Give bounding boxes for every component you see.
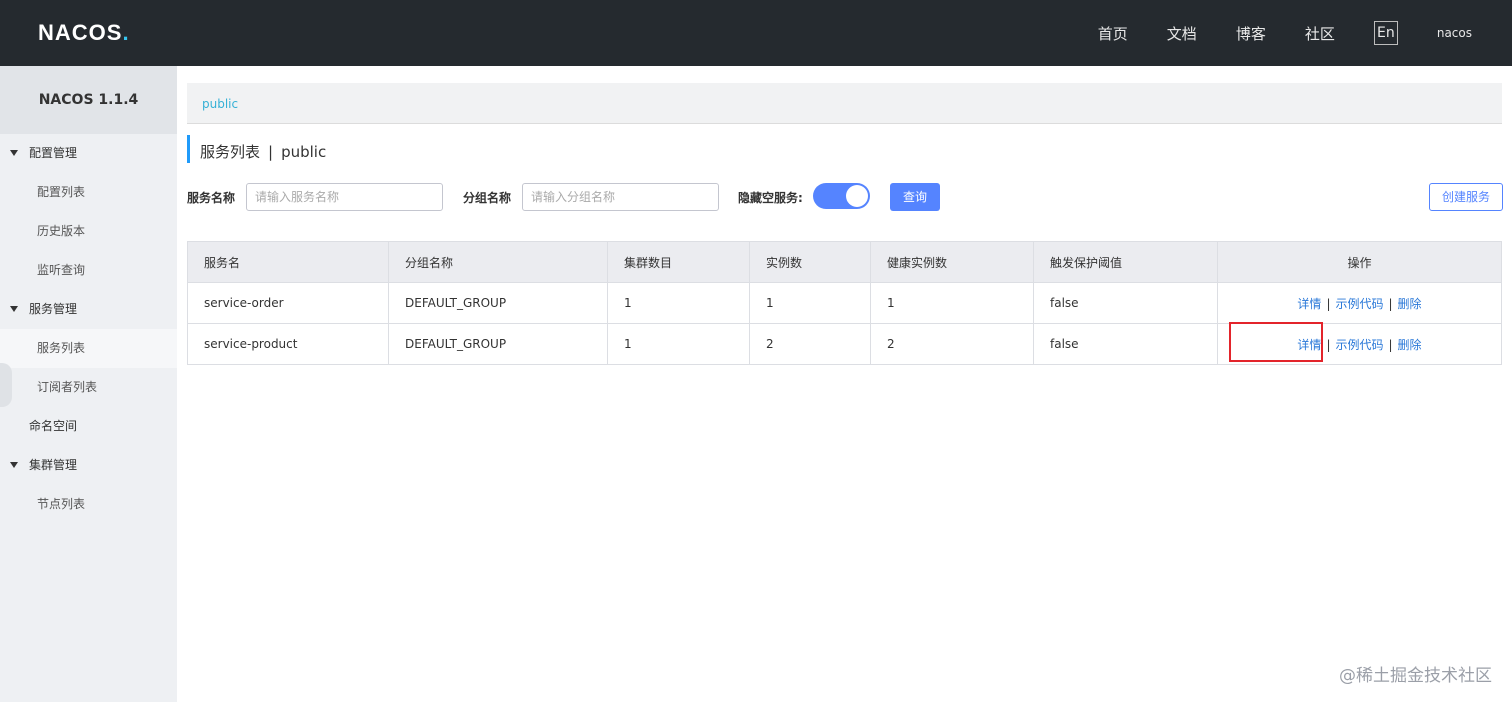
sidebar: NACOS 1.1.4 配置管理 配置列表 历史版本 监听查询 服务管理 服务列… <box>0 66 177 702</box>
caret-down-icon <box>10 306 18 312</box>
nav-docs[interactable]: 文档 <box>1167 23 1197 44</box>
sidebar-item-namespace[interactable]: 命名空间 <box>0 407 177 446</box>
sidebar-group-service[interactable]: 服务管理 <box>0 290 177 329</box>
top-nav: 首页 文档 博客 社区 En nacos <box>1098 0 1512 66</box>
cell-operations: 详情 | 示例代码 | 删除 <box>1217 282 1502 324</box>
nacos-logo[interactable]: NACOS. <box>38 20 130 46</box>
cell-group: DEFAULT_GROUP <box>388 282 608 324</box>
cell-threshold: false <box>1033 282 1218 324</box>
highlight-annotation <box>1229 322 1323 362</box>
service-name-input[interactable] <box>246 183 443 211</box>
caret-down-icon <box>10 462 18 468</box>
cell-healthy: 1 <box>870 282 1034 324</box>
sample-code-link[interactable]: 示例代码 <box>1335 297 1383 311</box>
create-service-button[interactable]: 创建服务 <box>1429 183 1503 211</box>
service-name-label: 服务名称 <box>187 191 236 205</box>
breadcrumb-namespace[interactable]: public <box>202 97 238 111</box>
version-label: NACOS 1.1.4 <box>0 66 177 134</box>
col-operations: 操作 <box>1217 241 1502 283</box>
group-name-label: 分组名称 <box>463 191 512 205</box>
page-title: 服务列表 | public <box>187 135 326 163</box>
sidebar-collapse-handle[interactable] <box>0 363 12 407</box>
op-separator: | <box>1388 337 1393 352</box>
col-cluster-count: 集群数目 <box>607 241 750 283</box>
cell-healthy: 2 <box>870 323 1034 365</box>
op-separator: | <box>1326 296 1331 311</box>
cell-clusters: 1 <box>607 282 750 324</box>
col-threshold: 触发保护阈值 <box>1033 241 1218 283</box>
watermark: @稀土掘金技术社区 <box>1339 666 1492 686</box>
detail-link[interactable]: 详情 <box>1297 297 1321 311</box>
query-button[interactable]: 查询 <box>890 183 940 211</box>
hide-empty-label: 隐藏空服务: <box>738 191 803 205</box>
col-healthy-count: 健康实例数 <box>870 241 1034 283</box>
user-name[interactable]: nacos <box>1437 26 1472 40</box>
cell-instances: 2 <box>749 323 871 365</box>
top-header: NACOS. 首页 文档 博客 社区 En nacos <box>0 0 1512 66</box>
table-header-row: 服务名 分组名称 集群数目 实例数 健康实例数 触发保护阈值 操作 <box>187 241 1502 283</box>
cell-service-name: service-order <box>187 282 389 324</box>
sidebar-item-service-list[interactable]: 服务列表 <box>0 329 177 368</box>
sidebar-group-cluster[interactable]: 集群管理 <box>0 446 177 485</box>
sidebar-item-config-list[interactable]: 配置列表 <box>0 173 177 212</box>
sidebar-item-history[interactable]: 历史版本 <box>0 212 177 251</box>
language-switch[interactable]: En <box>1373 21 1398 45</box>
col-group-name: 分组名称 <box>388 241 608 283</box>
toggle-knob <box>846 185 868 207</box>
cell-instances: 1 <box>749 282 871 324</box>
nav-blog[interactable]: 博客 <box>1236 23 1266 44</box>
col-service-name: 服务名 <box>187 241 389 283</box>
caret-down-icon <box>10 150 18 156</box>
cell-threshold: false <box>1033 323 1218 365</box>
breadcrumb: public <box>187 83 1502 124</box>
op-separator: | <box>1388 296 1393 311</box>
sidebar-item-subscribers[interactable]: 订阅者列表 <box>0 368 177 407</box>
cell-clusters: 1 <box>607 323 750 365</box>
cell-group: DEFAULT_GROUP <box>388 323 608 365</box>
table-row: service-order DEFAULT_GROUP 1 1 1 false … <box>187 282 1502 324</box>
nav-home[interactable]: 首页 <box>1098 23 1128 44</box>
sample-code-link[interactable]: 示例代码 <box>1335 338 1383 352</box>
col-instance-count: 实例数 <box>749 241 871 283</box>
op-separator: | <box>1326 337 1331 352</box>
delete-link[interactable]: 删除 <box>1398 297 1422 311</box>
sidebar-item-nodes[interactable]: 节点列表 <box>0 485 177 524</box>
hide-empty-toggle[interactable] <box>813 183 870 209</box>
delete-link[interactable]: 删除 <box>1398 338 1422 352</box>
group-name-input[interactable] <box>522 183 719 211</box>
cell-service-name: service-product <box>187 323 389 365</box>
sidebar-group-config[interactable]: 配置管理 <box>0 134 177 173</box>
sidebar-item-listener[interactable]: 监听查询 <box>0 251 177 290</box>
nav-community[interactable]: 社区 <box>1305 23 1335 44</box>
